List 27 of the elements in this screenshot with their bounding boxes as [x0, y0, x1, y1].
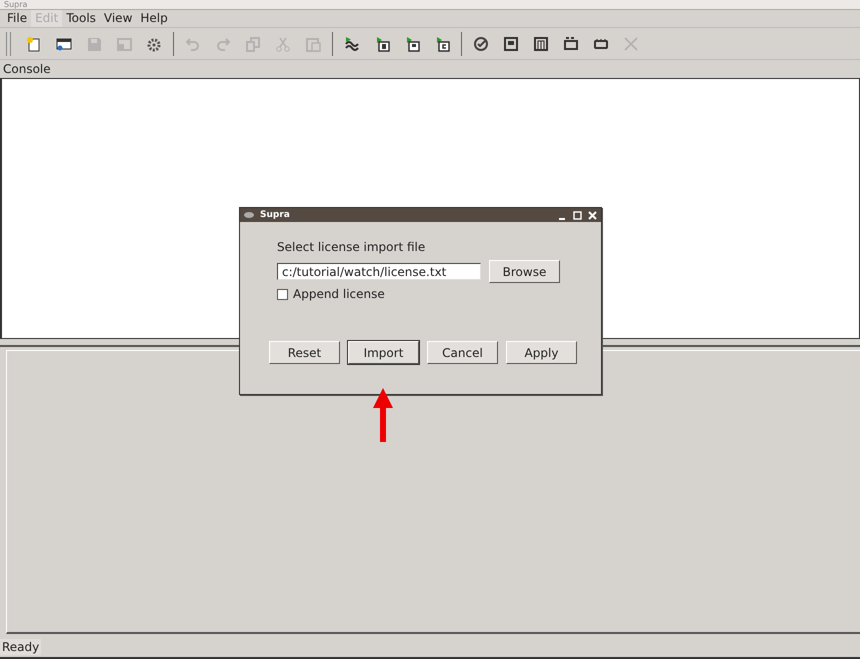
menu-item[interactable]: Tools [62, 10, 100, 27]
pointer-arrow [371, 386, 395, 442]
checkbox[interactable] [277, 288, 288, 300]
boxed-p-icon[interactable] [502, 34, 520, 52]
checkbox-label[interactable]: Append license [293, 287, 385, 301]
boxed-m-icon[interactable] [532, 34, 550, 52]
dialog-button[interactable]: Cancel [427, 341, 498, 364]
app-icon [244, 211, 254, 219]
menu-item[interactable]: Help [136, 10, 172, 27]
status-text: Ready [0, 639, 42, 655]
prompt-label: Select license import file [277, 240, 426, 254]
chip-icon[interactable] [562, 34, 580, 52]
dialog-button[interactable]: Import [348, 341, 419, 364]
menu-item[interactable]: View [100, 10, 136, 27]
dialog-button[interactable]: Apply [506, 341, 577, 364]
close-icon[interactable] [588, 210, 597, 220]
menu-item[interactable]: File [3, 10, 32, 27]
dialog-button[interactable]: Reset [269, 341, 340, 364]
maximize-icon[interactable] [573, 210, 582, 220]
window-title: Supra [4, 0, 28, 9]
file-path-field[interactable]: c:/tutorial/watch/license.txt [277, 263, 481, 280]
browse-button[interactable]: Browse [489, 260, 560, 283]
flag-wave-icon[interactable] [343, 34, 361, 52]
console-label: Console [2, 61, 52, 78]
dialog-title: Supra [260, 210, 290, 220]
toolbar-grip[interactable] [6, 32, 11, 56]
check-circle-icon[interactable] [472, 34, 490, 52]
